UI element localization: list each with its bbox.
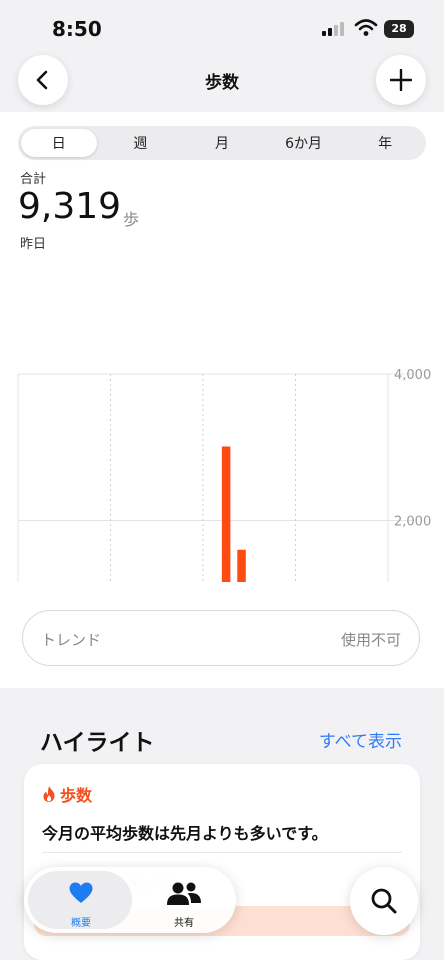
y-tick-label: 2,000 (394, 515, 431, 530)
divider (42, 852, 402, 853)
period-segmented-control: 日 週 月 6か月 年 (18, 126, 426, 160)
nav-header: 歩数 (0, 52, 444, 112)
segment-week[interactable]: 週 (100, 133, 182, 153)
total-label: 合計 (20, 172, 47, 187)
highlight-card-header: 歩数 (42, 782, 92, 806)
highlight-text: 今月の平均歩数は先月よりも多いです。 (42, 824, 328, 843)
flame-icon (43, 786, 55, 802)
trend-row[interactable]: トレンド 使用不可 (22, 610, 420, 666)
tab-bar: 概要 共有 (24, 867, 236, 933)
tab-summary-label: 概要 (71, 918, 91, 929)
heart-icon (69, 882, 93, 903)
status-time: 8:50 (52, 17, 102, 41)
trend-label: トレンド (41, 631, 102, 649)
total-steps-unit: 歩 (123, 210, 140, 229)
search-button[interactable] (350, 867, 418, 935)
y-tick-label: 4,000 (394, 368, 431, 383)
cellular-signal-icon (322, 22, 344, 36)
tab-summary[interactable]: 概要 (28, 871, 132, 929)
search-icon (371, 888, 397, 914)
tab-sharing-label: 共有 (174, 918, 194, 929)
tab-sharing[interactable]: 共有 (136, 871, 232, 929)
battery-icon: 28 (384, 20, 414, 38)
highlight-category: 歩数 (60, 786, 93, 805)
period-label: 昨日 (20, 237, 47, 252)
y-axis-labels: 4,0002,0000 (394, 368, 431, 530)
segment-month[interactable]: 月 (181, 133, 263, 153)
chart-grid (17, 373, 414, 582)
wifi-icon (354, 19, 378, 36)
segment-day[interactable]: 日 (18, 133, 100, 153)
steps-bar-chart[interactable]: 4,0002,0000 0時6時12時18時 (0, 252, 444, 582)
segment-year[interactable]: 年 (344, 133, 426, 153)
chart-bars (221, 446, 246, 582)
chart-bar (237, 549, 246, 582)
steps-chart-card: 日 週 月 6か月 年 合計 9,319 歩 昨日 4,0002,0000 0時… (0, 112, 444, 688)
highlights-title: ハイライト (40, 730, 155, 756)
segment-6-months[interactable]: 6か月 (263, 133, 345, 153)
total-steps-value: 9,319 (18, 186, 122, 227)
add-data-button[interactable] (376, 55, 426, 105)
trend-status: 使用不可 (340, 631, 401, 649)
chart-bar (221, 446, 231, 582)
people-icon (167, 882, 201, 905)
see-all-link[interactable]: すべて表示 (319, 727, 402, 752)
plus-icon (390, 69, 412, 91)
status-bar: 8:50 28 (0, 0, 444, 56)
